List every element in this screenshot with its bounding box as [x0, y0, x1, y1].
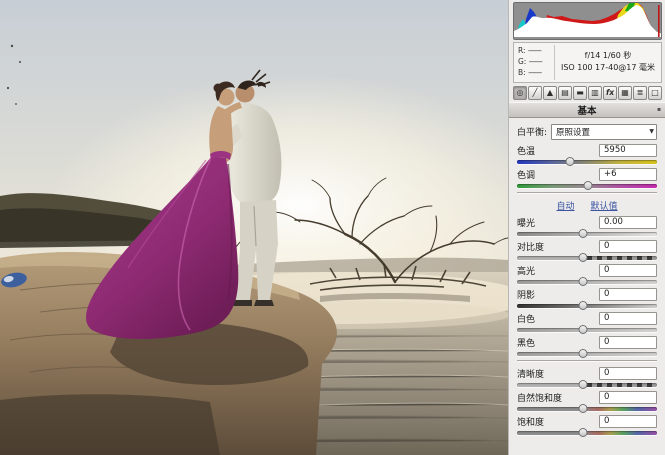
whites-value[interactable]: 0 [599, 311, 657, 325]
hsl-grayscale-icon[interactable]: ▤ [558, 85, 572, 100]
histogram[interactable] [513, 2, 662, 40]
shadows-slider[interactable] [517, 300, 657, 310]
vibrance-slider[interactable] [517, 403, 657, 413]
camera-raw-window: R: —— G: —— B: —— f/14 1/60 秒 ISO 100 17… [0, 0, 665, 455]
tint-value[interactable]: +6 [599, 167, 657, 181]
exposure-slider[interactable] [517, 228, 657, 238]
basic-section-header: 基本 ▪ [509, 101, 665, 118]
section-title: 基本 [577, 105, 597, 117]
temperature-label: 色温 [517, 146, 536, 157]
shadows-value[interactable]: 0 [599, 287, 657, 301]
whites-label: 白色 [517, 314, 536, 325]
blacks-value[interactable]: 0 [599, 335, 657, 349]
contrast-thumb[interactable] [578, 252, 588, 262]
snapshots-icon[interactable]: □ [648, 85, 662, 100]
clarity-slider[interactable] [517, 379, 657, 389]
white-balance-label: 白平衡: [517, 128, 548, 139]
contrast-label: 对比度 [517, 242, 545, 253]
basic-controls: 白平衡: 原照设置 ▼ 色温 5950 色调 +6 自动 默认值 曝光 0.00… [509, 118, 665, 437]
lens-corrections-icon[interactable]: ▥ [588, 85, 602, 100]
highlights-control: 高光 0 [517, 263, 657, 286]
highlights-value[interactable]: 0 [599, 263, 657, 277]
tint-thumb[interactable] [583, 180, 593, 190]
temperature-control: 色温 5950 [517, 143, 657, 166]
photo-canvas [0, 0, 508, 455]
split-toning-icon[interactable]: ▬ [573, 85, 587, 100]
tint-slider[interactable] [517, 180, 657, 190]
contrast-control: 对比度 0 [517, 239, 657, 262]
blacks-label: 黑色 [517, 338, 536, 349]
exposure-thumb[interactable] [578, 228, 588, 238]
exposure-value[interactable]: 0.00 [599, 215, 657, 229]
tint-control: 色调 +6 [517, 167, 657, 190]
temperature-thumb[interactable] [565, 156, 575, 166]
blacks-thumb[interactable] [578, 348, 588, 358]
vibrance-label: 自然饱和度 [517, 393, 563, 404]
tone-curve-icon[interactable]: ╱ [528, 85, 542, 100]
temperature-slider[interactable] [517, 156, 657, 166]
saturation-thumb[interactable] [578, 427, 588, 437]
contrast-slider[interactable] [517, 252, 657, 262]
saturation-label: 饱和度 [517, 417, 545, 428]
clarity-value[interactable]: 0 [599, 366, 657, 380]
highlights-label: 高光 [517, 266, 536, 277]
shadows-thumb[interactable] [578, 300, 588, 310]
adjustments-panel: R: —— G: —— B: —— f/14 1/60 秒 ISO 100 17… [508, 0, 665, 455]
highlights-thumb[interactable] [578, 276, 588, 286]
divider [517, 191, 657, 194]
whites-control: 白色 0 [517, 311, 657, 334]
whites-slider[interactable] [517, 324, 657, 334]
vibrance-value[interactable]: 0 [599, 390, 657, 404]
white-balance-select[interactable]: 原照设置 ▼ [551, 123, 657, 140]
rgb-values: R: —— G: —— B: —— [514, 45, 555, 80]
detail-icon[interactable]: ▲ [543, 85, 557, 100]
whites-thumb[interactable] [578, 324, 588, 334]
exif-readout: R: —— G: —— B: —— f/14 1/60 秒 ISO 100 17… [513, 42, 662, 83]
highlights-slider[interactable] [517, 276, 657, 286]
saturation-slider[interactable] [517, 427, 657, 437]
blacks-control: 黑色 0 [517, 335, 657, 358]
auto-link[interactable]: 自动 [556, 199, 574, 212]
contrast-value[interactable]: 0 [599, 239, 657, 253]
vibrance-control: 自然饱和度 0 [517, 390, 657, 413]
panel-tabs: ◎ ╱ ▲ ▤ ▬ ▥ fx ▦ ≣ □ [513, 85, 662, 100]
saturation-control: 饱和度 0 [517, 414, 657, 437]
panel-corner-icon: ▪ [657, 105, 662, 113]
exposure-label: 曝光 [517, 218, 536, 229]
saturation-value[interactable]: 0 [599, 414, 657, 428]
clarity-label: 清晰度 [517, 369, 545, 380]
exposure-info: f/14 1/60 秒 ISO 100 17-40@17 毫米 [560, 50, 656, 73]
default-link[interactable]: 默认值 [591, 199, 618, 212]
blacks-slider[interactable] [517, 348, 657, 358]
shadows-label: 阴影 [517, 290, 536, 301]
presets-icon[interactable]: ≣ [633, 85, 647, 100]
histogram-plot [514, 3, 661, 37]
exposure-control: 曝光 0.00 [517, 215, 657, 238]
shadows-control: 阴影 0 [517, 287, 657, 310]
camera-calibration-icon[interactable]: ▦ [618, 85, 632, 100]
photo-preview[interactable] [0, 0, 508, 455]
basic-panel-icon[interactable]: ◎ [513, 85, 527, 100]
chevron-down-icon: ▼ [649, 128, 654, 136]
effects-icon[interactable]: fx [603, 85, 617, 100]
vibrance-thumb[interactable] [578, 403, 588, 413]
clarity-thumb[interactable] [578, 379, 588, 389]
clarity-control: 清晰度 0 [517, 366, 657, 389]
tint-label: 色调 [517, 170, 536, 181]
divider [517, 359, 657, 362]
temperature-value[interactable]: 5950 [599, 143, 657, 157]
